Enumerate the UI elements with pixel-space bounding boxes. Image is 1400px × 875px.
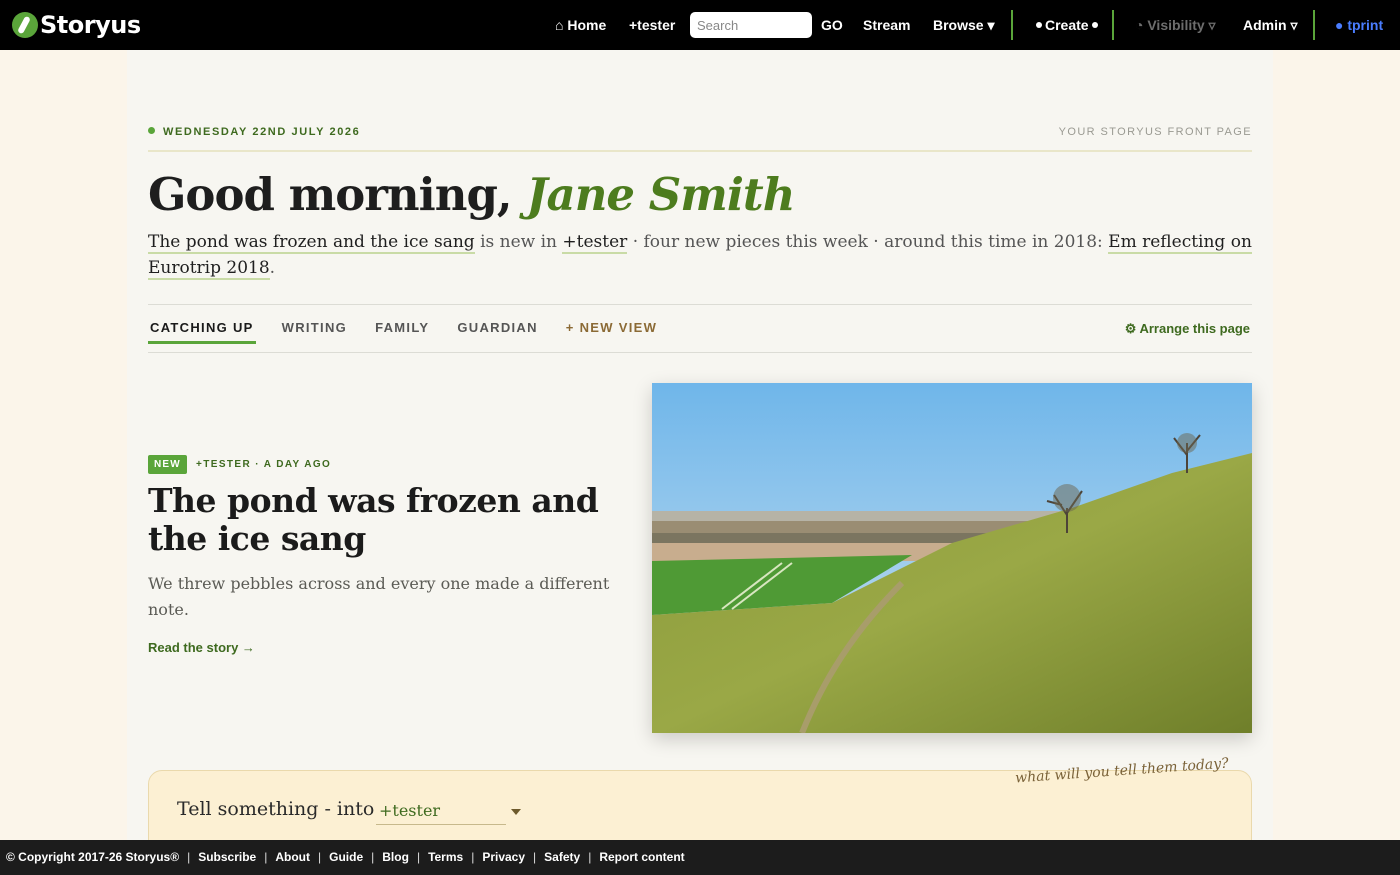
- storyus-leaf-icon: [12, 12, 38, 38]
- status-dot-icon: [148, 127, 155, 134]
- nav-create-button[interactable]: Create: [1033, 0, 1101, 50]
- footer-separator: |: [318, 850, 322, 864]
- footer-link-subscribe[interactable]: Subscribe: [198, 840, 256, 875]
- create-label: Create: [1045, 17, 1089, 33]
- user-name: Jane Smith: [526, 168, 795, 221]
- read-story-link[interactable]: Read the story →: [148, 640, 255, 655]
- tab-family[interactable]: FAMILY: [373, 320, 431, 344]
- storyus-logo[interactable]: Storyus: [12, 11, 141, 39]
- nav-tester-link[interactable]: +tester: [629, 0, 675, 50]
- new-badge: NEW: [148, 455, 187, 474]
- dot-icon: [1036, 22, 1042, 29]
- tabs-top-divider: [148, 304, 1252, 305]
- nav-home-link[interactable]: ⌂ Home: [555, 0, 606, 50]
- footer-separator: |: [264, 850, 268, 864]
- arrange-page-link[interactable]: ⚙ Arrange this page: [1125, 321, 1250, 337]
- summary-text: is new in: [474, 232, 563, 252]
- footer: © Copyright 2017-26 Storyus® | Subscribe…: [0, 840, 1400, 875]
- activity-summary: The pond was frozen and the ice sang is …: [148, 229, 1252, 281]
- logo-text: Storyus: [40, 11, 141, 39]
- footer-separator: |: [187, 850, 191, 864]
- search-input[interactable]: [690, 12, 812, 38]
- summary-story-link[interactable]: The pond was frozen and the ice sang: [148, 232, 475, 254]
- footer-separator: |: [471, 850, 475, 864]
- nav-divider: [1313, 10, 1315, 40]
- top-nav-bar: Storyus ⌂ Home +tester GO Stream Browse …: [0, 0, 1400, 50]
- footer-link-guide[interactable]: Guide: [329, 840, 363, 875]
- search-go-button[interactable]: GO: [821, 0, 843, 50]
- summary-text: .: [269, 258, 276, 278]
- footer-separator: |: [588, 850, 592, 864]
- tell-label: Tell something - into: [177, 798, 375, 820]
- tab-writing[interactable]: WRITING: [280, 320, 349, 344]
- footer-separator: |: [371, 850, 375, 864]
- story-title[interactable]: The pond was frozen and the ice sang: [148, 482, 618, 558]
- tabs-bottom-divider: [148, 352, 1252, 353]
- dateline: WEDNESDAY 22ND JULY 2026: [148, 126, 360, 138]
- summary-text: · four new pieces this week · around thi…: [627, 232, 1109, 252]
- dot-icon: [1091, 22, 1098, 29]
- nav-admin-menu[interactable]: Admin ▿: [1243, 0, 1297, 50]
- nav-browse-menu[interactable]: Browse ▾: [933, 0, 995, 50]
- group-select[interactable]: +tester: [376, 801, 506, 825]
- footer-link-safety[interactable]: Safety: [544, 840, 580, 875]
- tab-guardian[interactable]: GUARDIAN: [455, 320, 539, 344]
- footer-link-report[interactable]: Report content: [599, 840, 684, 875]
- nav-visibility-menu[interactable]: ◔ Visibility ▿: [1135, 0, 1216, 50]
- header-divider: [148, 150, 1252, 152]
- footer-link-about[interactable]: About: [275, 840, 310, 875]
- view-tabs: CATCHING UP WRITING FAMILY GUARDIAN + NE…: [148, 320, 683, 344]
- new-view-button[interactable]: + NEW VIEW: [564, 320, 659, 344]
- nav-divider: [1011, 10, 1013, 40]
- landscape-image: [652, 383, 1252, 733]
- nav-user-tprint[interactable]: ● tprint: [1335, 0, 1383, 50]
- nav-stream-link[interactable]: Stream: [863, 0, 910, 50]
- nav-divider: [1112, 10, 1114, 40]
- footer-link-terms[interactable]: Terms: [428, 840, 463, 875]
- footer-link-privacy[interactable]: Privacy: [482, 840, 525, 875]
- summary-group-link[interactable]: +tester: [562, 232, 628, 254]
- front-page-label: YOUR STORYUS FRONT PAGE: [1058, 126, 1252, 138]
- story-excerpt: We threw pebbles across and every one ma…: [148, 574, 610, 619]
- greeting-heading: Good morning, Jane Smith: [148, 168, 795, 221]
- story-photo[interactable]: [652, 383, 1252, 733]
- greeting-text: Good morning,: [148, 168, 513, 221]
- footer-link-blog[interactable]: Blog: [382, 840, 409, 875]
- copyright: © Copyright 2017-26 Storyus®: [6, 850, 180, 864]
- date-text: WEDNESDAY 22ND JULY 2026: [163, 126, 361, 138]
- footer-separator: |: [416, 850, 421, 864]
- caret-down-icon[interactable]: [511, 809, 521, 815]
- story-meta: +TESTER · A DAY AGO: [196, 459, 332, 470]
- tell-something-card: Tell something - into +tester what will …: [148, 756, 1252, 850]
- footer-separator: |: [533, 850, 537, 864]
- tab-catching-up[interactable]: CATCHING UP: [148, 320, 256, 344]
